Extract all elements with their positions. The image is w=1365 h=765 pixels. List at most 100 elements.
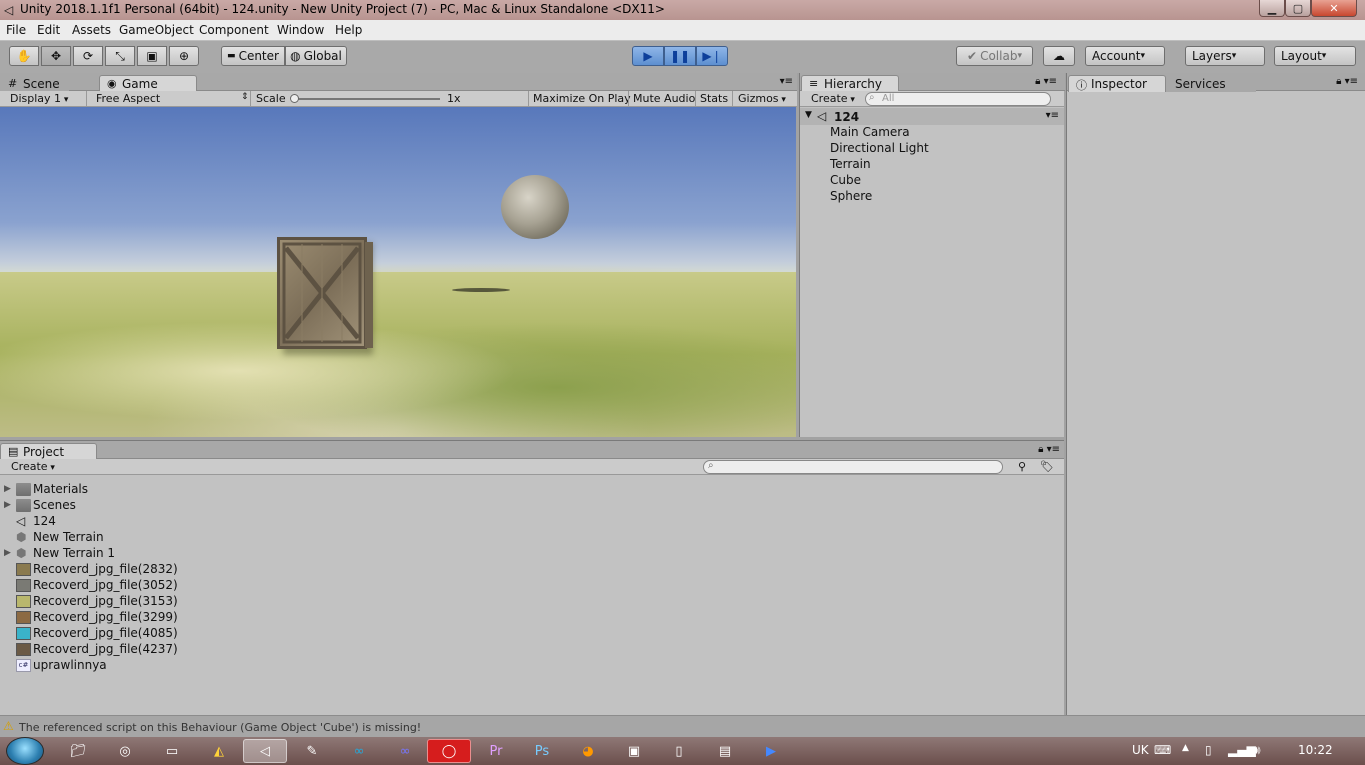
expand-arrow-icon[interactable]: ▶: [4, 484, 11, 494]
filter-type-icon[interactable]: ⚲: [1018, 460, 1026, 473]
project-search-input[interactable]: ⌕: [703, 460, 1003, 474]
minimize-button[interactable]: ▁: [1259, 0, 1285, 17]
terminal-taskbar-icon[interactable]: ▤: [703, 739, 747, 763]
project-item[interactable]: Recoverd_jpg_file(4237): [16, 641, 178, 657]
menu-edit[interactable]: Edit: [37, 23, 60, 37]
window-taskbar-icon[interactable]: ▭: [150, 739, 194, 763]
menu-window[interactable]: Window: [277, 23, 324, 37]
mute-audio-toggle[interactable]: Mute Audio: [633, 92, 695, 105]
vs-taskbar-icon[interactable]: ∞: [383, 739, 427, 763]
network-icon[interactable]: ▂▄▆: [1228, 743, 1256, 757]
cloud-button[interactable]: ☁: [1043, 46, 1075, 66]
aspect-dropdown[interactable]: Free Aspect: [96, 92, 160, 105]
project-create-dropdown[interactable]: Create: [11, 460, 55, 473]
project-item[interactable]: c# uprawlinnya: [16, 657, 107, 673]
scale-slider-handle[interactable]: [290, 94, 299, 103]
move-tool-button[interactable]: ✥: [41, 46, 71, 66]
tab-project[interactable]: ▤ Project: [0, 443, 97, 460]
step-button[interactable]: ▶❘: [696, 46, 728, 66]
expand-arrow-icon[interactable]: ▶: [4, 548, 11, 558]
collapse-arrow-icon[interactable]: ▼: [805, 110, 812, 120]
transform-tool-button[interactable]: ⊕: [169, 46, 199, 66]
keyboard-icon[interactable]: ⌨: [1154, 743, 1171, 757]
collab-dropdown[interactable]: ✔ Collab: [956, 46, 1033, 66]
account-dropdown[interactable]: Account: [1085, 46, 1165, 66]
scale-tool-button[interactable]: ⤡: [105, 46, 135, 66]
project-item[interactable]: ◁ 124: [16, 513, 56, 529]
battery-icon[interactable]: ▯: [1205, 743, 1212, 757]
hierarchy-item-sphere[interactable]: Sphere: [830, 189, 872, 203]
project-item[interactable]: Recoverd_jpg_file(3299): [16, 609, 178, 625]
inspector-lock-icon[interactable]: 🔒︎ ▾≡: [1336, 76, 1358, 87]
hierarchy-item-directional-light[interactable]: Directional Light: [830, 141, 929, 155]
menu-file[interactable]: File: [6, 23, 26, 37]
stats-toggle[interactable]: Stats: [700, 92, 728, 105]
project-item[interactable]: Recoverd_jpg_file(4085): [16, 625, 178, 641]
project-item[interactable]: ▶ Scenes: [4, 497, 76, 513]
lock-icon[interactable]: 🔒︎ ▾≡: [1035, 76, 1057, 87]
tab-game[interactable]: ◉ Game: [99, 75, 197, 92]
rotate-tool-button[interactable]: ⟳: [73, 46, 103, 66]
rect-tool-button[interactable]: ▣: [137, 46, 167, 66]
arduino-taskbar-icon[interactable]: ∞: [337, 739, 381, 763]
blender-taskbar-icon[interactable]: ◕: [566, 739, 610, 763]
clock[interactable]: 10:22: [1298, 743, 1333, 757]
project-lock-icon[interactable]: 🔒︎ ▾≡: [1038, 444, 1060, 455]
hierarchy-item-main-camera[interactable]: Main Camera: [830, 125, 910, 139]
scene-header-row[interactable]: ▼ ◁ 124 ▾≡: [800, 108, 1064, 125]
status-message[interactable]: The referenced script on this Behaviour …: [19, 721, 421, 734]
photoshop-taskbar-icon[interactable]: Ps: [520, 739, 564, 763]
grid-icon: #: [8, 77, 18, 90]
notepad-taskbar-icon[interactable]: ✎: [290, 739, 334, 763]
chrome-taskbar-icon[interactable]: ◎: [103, 739, 147, 763]
layout-dropdown[interactable]: Layout: [1274, 46, 1356, 66]
scale-slider-track[interactable]: [292, 98, 440, 100]
display-dropdown[interactable]: Display 1: [10, 92, 68, 105]
tab-scene[interactable]: # Scene: [0, 75, 69, 92]
maximize-button[interactable]: ▢: [1285, 0, 1311, 17]
project-item[interactable]: ▶ Materials: [4, 481, 88, 497]
gizmos-dropdown[interactable]: Gizmos: [738, 92, 786, 105]
app-taskbar-icon[interactable]: ◭: [197, 739, 241, 763]
maximize-on-play-toggle[interactable]: Maximize On Play: [533, 92, 631, 105]
project-item[interactable]: Recoverd_jpg_file(3052): [16, 577, 178, 593]
project-item[interactable]: Recoverd_jpg_file(2832): [16, 561, 178, 577]
explorer-taskbar-icon[interactable]: 📁︎: [56, 739, 100, 763]
hierarchy-search-input[interactable]: ⌕ All: [865, 92, 1051, 106]
media-taskbar-icon[interactable]: ▶: [749, 739, 793, 763]
play-button[interactable]: ▶: [632, 46, 664, 66]
panel-menu-icon[interactable]: ▾≡: [780, 76, 793, 87]
menu-gameobject[interactable]: GameObject: [119, 23, 194, 37]
language-indicator[interactable]: UK: [1132, 743, 1149, 757]
tab-hierarchy[interactable]: ≡ Hierarchy: [801, 75, 899, 92]
tray-expand-icon[interactable]: ▲: [1182, 743, 1189, 753]
hand-tool-button[interactable]: ✋: [9, 46, 39, 66]
tab-services[interactable]: Services: [1166, 75, 1256, 92]
hierarchy-item-terrain[interactable]: Terrain: [830, 157, 871, 171]
opera-taskbar-icon[interactable]: ◯: [427, 739, 471, 763]
volume-icon[interactable]: 🔊︎: [1253, 743, 1261, 758]
tab-inspector[interactable]: ⓘ Inspector: [1068, 75, 1166, 92]
project-item[interactable]: ▶ ⬢ New Terrain 1: [4, 545, 115, 561]
monitor-taskbar-icon[interactable]: ▣: [612, 739, 656, 763]
premiere-taskbar-icon[interactable]: Pr: [474, 739, 518, 763]
expand-arrow-icon[interactable]: ▶: [4, 500, 11, 510]
game-view[interactable]: [0, 107, 796, 437]
pivot-global-button[interactable]: ◍ Global: [285, 46, 347, 66]
hierarchy-create-dropdown[interactable]: Create: [811, 92, 855, 105]
project-item[interactable]: ⬢ New Terrain: [16, 529, 104, 545]
scene-menu-icon[interactable]: ▾≡: [1046, 110, 1059, 121]
start-button[interactable]: [6, 737, 44, 765]
menu-help[interactable]: Help: [335, 23, 362, 37]
doc-taskbar-icon[interactable]: ▯: [657, 739, 701, 763]
menu-assets[interactable]: Assets: [72, 23, 111, 37]
layers-dropdown[interactable]: Layers: [1185, 46, 1265, 66]
project-item[interactable]: Recoverd_jpg_file(3153): [16, 593, 178, 609]
pivot-center-button[interactable]: ▬ Center: [221, 46, 285, 66]
hierarchy-item-cube[interactable]: Cube: [830, 173, 861, 187]
pause-button[interactable]: ❚❚: [664, 46, 696, 66]
filter-label-icon[interactable]: 🏷︎: [1040, 460, 1054, 473]
close-button[interactable]: ✕: [1311, 0, 1357, 17]
menu-component[interactable]: Component: [199, 23, 269, 37]
unity-taskbar-icon[interactable]: ◁: [243, 739, 287, 763]
